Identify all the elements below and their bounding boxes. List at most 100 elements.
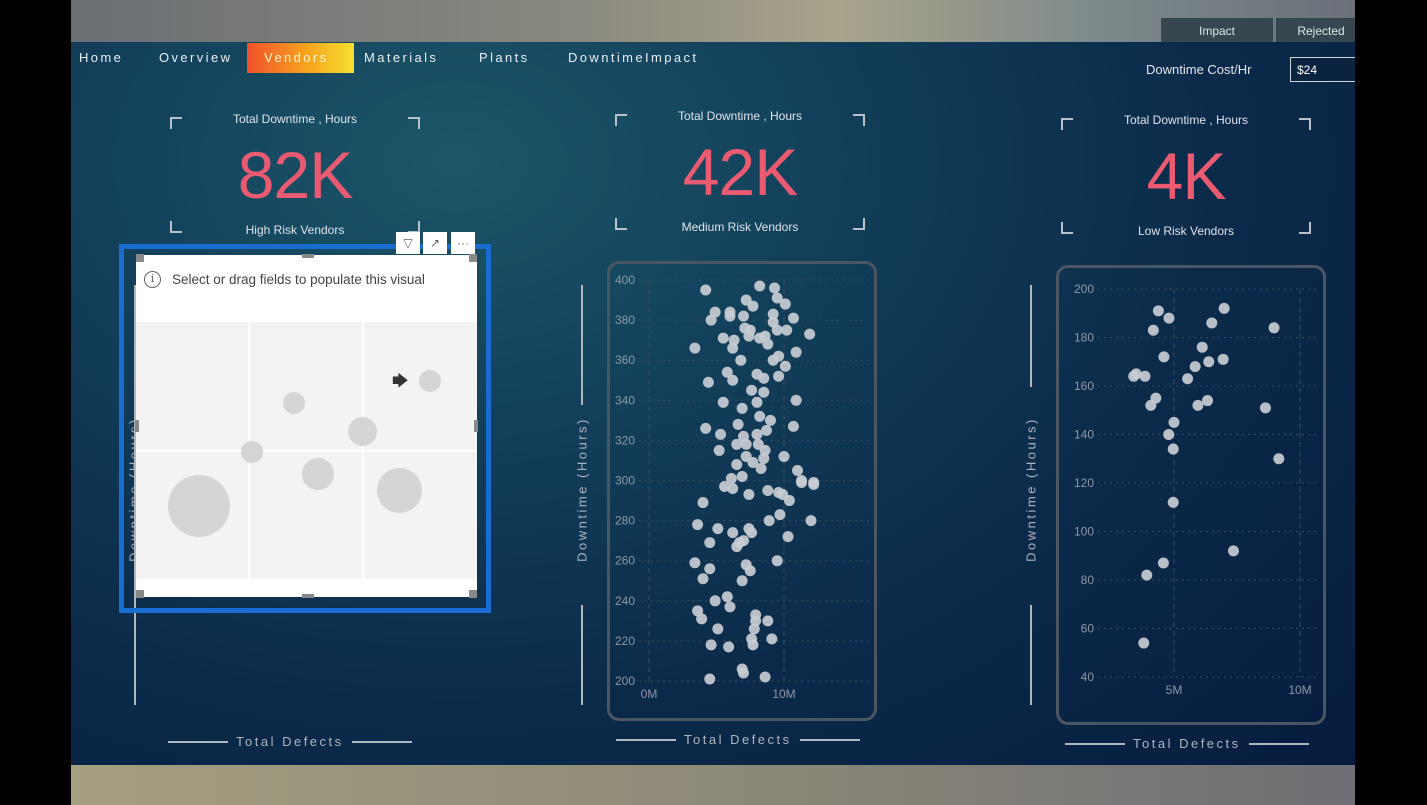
scatter-point[interactable] <box>1138 637 1150 649</box>
scatter-point[interactable] <box>1139 370 1151 382</box>
scatter-point[interactable] <box>692 519 704 531</box>
scatter-point[interactable] <box>746 527 758 539</box>
scatter-point[interactable] <box>700 284 712 296</box>
scatter-point[interactable] <box>727 483 739 495</box>
scatter-point[interactable] <box>759 671 771 683</box>
scatter-point[interactable] <box>704 537 716 549</box>
scatter-chart-medium-risk[interactable]: 200 220 240 260 280 300 320 340 360 380 400 0M 10M <box>607 261 877 721</box>
scatter-point[interactable] <box>731 541 743 553</box>
scatter-point[interactable] <box>762 338 774 350</box>
scatter-point[interactable] <box>771 324 783 336</box>
scatter-point[interactable] <box>732 418 744 430</box>
scatter-point[interactable] <box>758 386 770 398</box>
scatter-point[interactable] <box>755 462 767 474</box>
scatter-point[interactable] <box>717 396 729 408</box>
scatter-point[interactable] <box>738 310 749 322</box>
scatter-point[interactable] <box>731 438 743 450</box>
nav-home[interactable]: Home <box>71 43 131 73</box>
resize-handle[interactable] <box>474 420 478 432</box>
scatter-point[interactable] <box>712 623 724 635</box>
filter-icon[interactable]: ▽ <box>396 232 420 254</box>
nav-materials[interactable]: Materials <box>356 43 446 73</box>
scatter-point[interactable] <box>1167 443 1179 455</box>
scatter-point[interactable] <box>715 428 727 440</box>
scatter-point[interactable] <box>762 485 774 497</box>
scatter-point[interactable] <box>1167 496 1179 508</box>
scatter-point[interactable] <box>1158 351 1170 363</box>
scatter-point[interactable] <box>751 396 763 408</box>
scatter-point[interactable] <box>779 298 791 310</box>
scatter-point[interactable] <box>787 312 799 324</box>
scatter-point[interactable] <box>724 601 736 613</box>
scatter-point[interactable] <box>713 444 725 456</box>
scatter-point[interactable] <box>1206 317 1218 329</box>
scatter-point[interactable] <box>689 342 701 354</box>
scatter-point[interactable] <box>778 450 790 462</box>
empty-visual-placeholder[interactable]: i Select or drag fields to populate this… <box>136 255 477 597</box>
scatter-point[interactable] <box>697 573 709 585</box>
scatter-point[interactable] <box>1147 324 1159 336</box>
scatter-point[interactable] <box>781 324 793 336</box>
scatter-point[interactable] <box>754 410 766 422</box>
scatter-point[interactable] <box>1192 399 1204 411</box>
scatter-point[interactable] <box>743 489 755 501</box>
scatter-point[interactable] <box>769 282 781 294</box>
scatter-point[interactable] <box>727 374 739 386</box>
scatter-point[interactable] <box>1202 395 1214 407</box>
scatter-point[interactable] <box>721 591 733 603</box>
scatter-point[interactable] <box>767 354 779 366</box>
scatter-point[interactable] <box>705 639 717 651</box>
scatter-point[interactable] <box>771 555 783 567</box>
scatter-point[interactable] <box>782 531 794 543</box>
scatter-point[interactable] <box>717 332 729 344</box>
scatter-point[interactable] <box>805 515 817 527</box>
scatter-point[interactable] <box>700 422 712 434</box>
scatter-point[interactable] <box>738 667 749 679</box>
scatter-point[interactable] <box>736 402 748 414</box>
scatter-point[interactable] <box>762 615 774 627</box>
scatter-point[interactable] <box>1182 373 1194 385</box>
scatter-point[interactable] <box>1152 305 1164 317</box>
scatter-point[interactable] <box>1268 322 1280 334</box>
scatter-point[interactable] <box>790 346 802 358</box>
nav-overview[interactable]: Overview <box>151 43 240 73</box>
tab-impact[interactable]: Impact <box>1161 18 1273 42</box>
scatter-point[interactable] <box>1157 557 1169 569</box>
scatter-point[interactable] <box>1141 569 1153 581</box>
scatter-point[interactable] <box>723 641 735 653</box>
nav-downtime-impact[interactable]: DowntimeImpact <box>560 43 706 73</box>
scatter-point[interactable] <box>704 673 716 685</box>
scatter-point[interactable] <box>1145 399 1157 411</box>
downtime-cost-input[interactable] <box>1290 57 1355 82</box>
scatter-point[interactable] <box>1273 453 1285 465</box>
nav-plants[interactable]: Plants <box>471 43 538 73</box>
scatter-point[interactable] <box>1203 356 1215 368</box>
scatter-point[interactable] <box>712 523 724 535</box>
scatter-point[interactable] <box>758 372 770 384</box>
scatter-chart-low-risk[interactable]: 40 60 80 100 120 140 160 180 200 5M 10M <box>1056 265 1326 725</box>
scatter-point[interactable] <box>744 565 756 577</box>
scatter-point[interactable] <box>735 354 747 366</box>
scatter-point[interactable] <box>1163 429 1175 440</box>
scatter-point[interactable] <box>697 497 709 509</box>
scatter-point[interactable] <box>724 310 736 322</box>
scatter-point[interactable] <box>1196 341 1208 353</box>
scatter-point[interactable] <box>808 479 820 491</box>
scatter-point[interactable] <box>740 438 752 450</box>
scatter-point[interactable] <box>787 420 799 432</box>
scatter-point[interactable] <box>748 623 760 635</box>
scatter-point[interactable] <box>747 300 759 312</box>
tab-rejected[interactable]: Rejected <box>1276 18 1355 42</box>
scatter-point[interactable] <box>1259 402 1271 414</box>
scatter-point[interactable] <box>689 557 701 569</box>
scatter-point[interactable] <box>736 470 748 482</box>
scatter-point[interactable] <box>743 330 755 342</box>
scatter-point[interactable] <box>796 477 808 489</box>
scatter-point[interactable] <box>1227 545 1239 557</box>
scatter-point[interactable] <box>790 394 802 406</box>
scatter-point[interactable] <box>751 428 763 440</box>
resize-handle[interactable] <box>135 420 139 432</box>
scatter-point[interactable] <box>727 342 739 354</box>
resize-handle[interactable] <box>469 254 477 262</box>
scatter-point[interactable] <box>1189 361 1201 373</box>
